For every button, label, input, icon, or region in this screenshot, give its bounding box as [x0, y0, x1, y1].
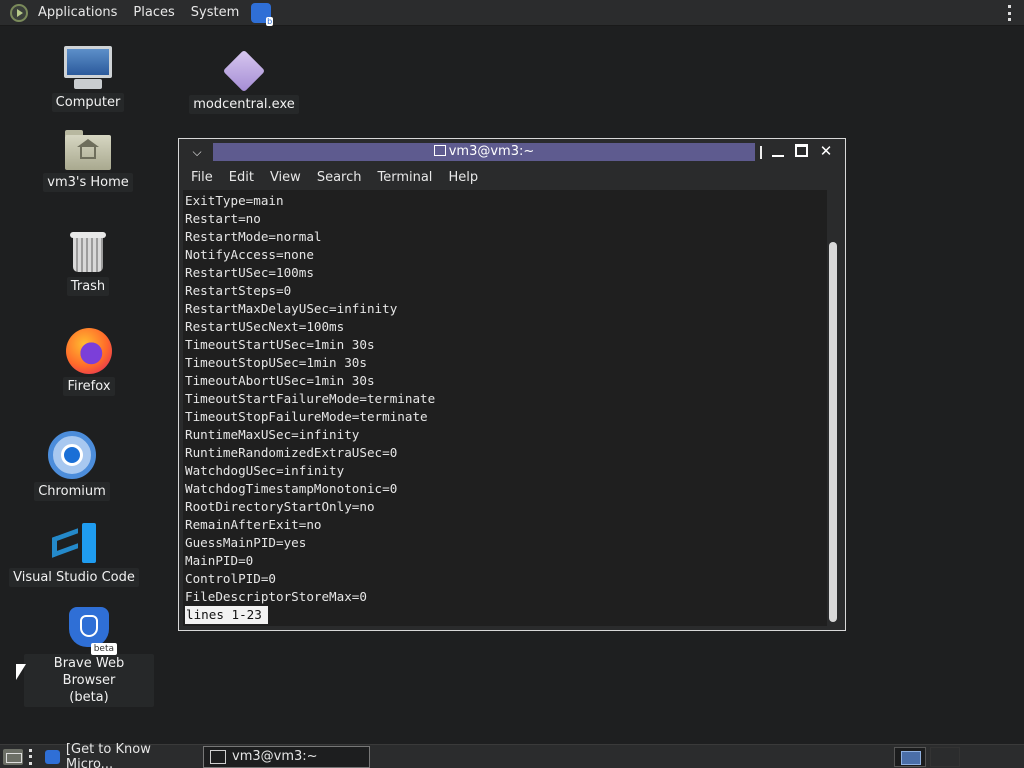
terminal-line: TimeoutStopFailureMode=terminate — [185, 409, 428, 424]
computer-icon — [64, 46, 112, 90]
taskbar-task-brave[interactable]: [Get to Know Micro... — [39, 742, 199, 768]
terminal-line: NotifyAccess=none — [185, 247, 314, 262]
executable-icon — [222, 49, 266, 93]
desktop-icon-label: Firefox — [63, 377, 115, 396]
menu-applications[interactable]: Applications — [30, 0, 125, 26]
scrollbar-thumb[interactable] — [829, 242, 837, 622]
minimize-button[interactable] — [769, 142, 787, 160]
trash-icon — [70, 230, 106, 274]
show-desktop-icon[interactable] — [3, 748, 23, 765]
terminal-line: ExitType=main — [185, 193, 284, 208]
terminal-icon — [210, 749, 226, 764]
taskbar-task-terminal[interactable]: vm3@vm3:~ — [203, 745, 370, 768]
terminal-line: MainPID=0 — [185, 553, 254, 568]
terminal-menubar: File Edit View Search Terminal Help — [183, 167, 841, 189]
terminal-line: RootDirectoryStartOnly=no — [185, 499, 375, 514]
terminal-line: RestartUSecNext=100ms — [185, 319, 345, 334]
terminal-line: GuessMainPID=yes — [185, 535, 307, 550]
home-folder-icon — [65, 130, 111, 170]
workspace-2-button[interactable] — [930, 747, 960, 767]
vscode-icon — [52, 521, 96, 565]
bottom-taskbar: [Get to Know Micro... vm3@vm3:~ — [0, 742, 1024, 768]
maximize-button[interactable] — [793, 142, 811, 160]
window-menu-chevron-icon[interactable]: ⌵ — [187, 142, 207, 162]
menu-system[interactable]: System — [183, 0, 247, 26]
terminal-line: Restart=no — [185, 211, 261, 226]
desktop-icon-label: Brave Web Browser (beta) — [24, 654, 154, 707]
terminal-line: RestartMode=normal — [185, 229, 322, 244]
desktop-icon-trash[interactable]: Trash — [23, 230, 153, 296]
menu-file[interactable]: File — [183, 167, 221, 189]
desktop-icon-label: Trash — [66, 277, 110, 296]
brave-icon: beta — [69, 607, 117, 655]
desktop-icon-firefox[interactable]: Firefox — [24, 328, 154, 396]
terminal-line: TimeoutStartUSec=1min 30s — [185, 337, 375, 352]
terminal-line: RuntimeMaxUSec=infinity — [185, 427, 360, 442]
terminal-output[interactable]: ExitType=main Restart=no RestartMode=nor… — [183, 190, 827, 626]
brave-icon — [45, 749, 60, 764]
desktop-icon-label: Computer — [51, 93, 125, 112]
firefox-icon — [66, 328, 112, 374]
workspace-1-button[interactable] — [894, 747, 926, 767]
desktop-icon-computer[interactable]: Computer — [23, 46, 153, 112]
close-button[interactable]: ✕ — [817, 142, 835, 160]
desktop-icon-label: vm3's Home — [43, 173, 133, 192]
terminal-line: RuntimeRandomizedExtraUSec=0 — [185, 445, 398, 460]
chromium-icon — [48, 431, 96, 479]
menu-places[interactable]: Places — [125, 0, 182, 26]
terminal-line: RemainAfterExit=no — [185, 517, 322, 532]
pager-status-line: lines 1-23 — [185, 606, 827, 624]
pager-status: lines 1-23 — [185, 606, 268, 624]
terminal-line: RestartUSec=100ms — [185, 265, 314, 280]
menu-view[interactable]: View — [262, 167, 309, 189]
desktop-icon-vscode[interactable]: Visual Studio Code — [9, 521, 139, 587]
terminal-line: WatchdogTimestampMonotonic=0 — [185, 481, 398, 496]
desktop-icon-chromium[interactable]: Chromium — [7, 431, 137, 501]
terminal-line: TimeoutStartFailureMode=terminate — [185, 391, 436, 406]
window-titlebar[interactable]: ⌵ vm3@vm3:~ ✕ — [179, 139, 845, 164]
menu-terminal[interactable]: Terminal — [369, 167, 440, 189]
desktop-icon-home[interactable]: vm3's Home — [23, 130, 153, 192]
terminal-icon — [433, 145, 446, 156]
terminal-line: RestartMaxDelayUSec=infinity — [185, 301, 398, 316]
task-label: vm3@vm3:~ — [232, 749, 318, 764]
terminal-line: TimeoutAbortUSec=1min 30s — [185, 373, 375, 388]
desktop-icon-brave[interactable]: beta Brave Web Browser (beta) — [24, 607, 154, 707]
top-panel: Applications Places System — [0, 0, 1024, 26]
desktop-icon-modcentral[interactable]: modcentral.exe — [179, 49, 309, 114]
terminal-line: RestartSteps=0 — [185, 283, 292, 298]
menu-search[interactable]: Search — [309, 167, 370, 189]
desktop-icon-label: modcentral.exe — [189, 95, 299, 114]
brave-launcher-icon[interactable] — [251, 2, 274, 26]
menu-help[interactable]: Help — [440, 167, 486, 189]
terminal-line: FileDescriptorStoreMax=0 — [185, 589, 367, 604]
panel-handle-icon[interactable] — [1008, 5, 1012, 21]
desktop-icon-label: Chromium — [34, 482, 110, 501]
terminal-window[interactable]: ⌵ vm3@vm3:~ ✕ File Edit View Search Term… — [178, 138, 846, 631]
distro-logo-icon[interactable] — [10, 3, 28, 22]
desktop-icon-label: Visual Studio Code — [9, 568, 139, 587]
taskbar-handle-icon[interactable] — [29, 748, 33, 765]
terminal-line: ControlPID=0 — [185, 571, 276, 586]
task-label: [Get to Know Micro... — [65, 741, 151, 768]
terminal-line: WatchdogUSec=infinity — [185, 463, 345, 478]
top-panel-menu: Applications Places System — [30, 0, 247, 26]
titlebar-separator — [760, 146, 762, 159]
window-title[interactable]: vm3@vm3:~ — [213, 143, 755, 161]
terminal-line: TimeoutStopUSec=1min 30s — [185, 355, 367, 370]
menu-edit[interactable]: Edit — [221, 167, 262, 189]
